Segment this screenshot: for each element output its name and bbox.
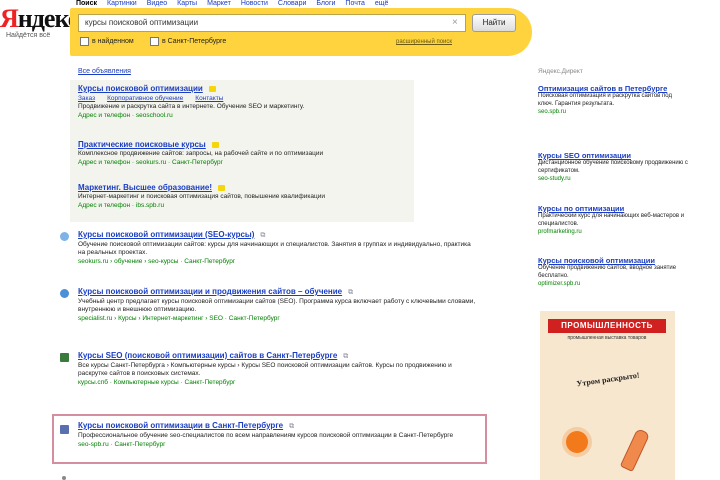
- banner-headline: ПРОМЫШЛЕННОСТЬ: [548, 319, 666, 333]
- service-link[interactable]: Карты: [177, 0, 197, 8]
- side-ad: Курсы поисковой оптимизации Обучение про…: [538, 256, 688, 288]
- copy-icon[interactable]: ⧉: [289, 422, 294, 432]
- result-url[interactable]: Адрес и телефон · seokurs.ru · Санкт-Пет…: [78, 158, 478, 167]
- service-link[interactable]: ещё: [375, 0, 389, 8]
- sitelink[interactable]: Заказ: [78, 94, 95, 103]
- result-snippet: Профессиональное обучение seo-специалист…: [78, 432, 454, 439]
- result-snippet: Комплексное продвижение сайтов: запросы,…: [78, 150, 324, 157]
- result-snippet: Продвижение и раскрутка сайта в интернет…: [78, 103, 305, 110]
- search-result: Курсы поисковой оптимизации (SEO-курсы) ⧉…: [78, 230, 478, 266]
- result-title[interactable]: Курсы поисковой оптимизации: [78, 84, 478, 94]
- result-title[interactable]: Курсы поисковой оптимизации и продвижени…: [78, 287, 478, 298]
- result-snippet: Интернет-маркетинг и поисковая оптимизац…: [78, 193, 325, 200]
- sitelink[interactable]: Корпоративное обучение: [107, 94, 183, 103]
- banner-ad[interactable]: ПРОМЫШЛЕННОСТЬ промышленная выставка тов…: [540, 311, 675, 480]
- result-title[interactable]: Курсы поисковой оптимизации (SEO-курсы) ⧉: [78, 230, 478, 241]
- logo-tagline: Найдётся всё: [6, 32, 51, 39]
- side-ad-title[interactable]: Курсы по оптимизации: [538, 204, 688, 213]
- result-url[interactable]: seo-spb.ru · Санкт-Петербург: [78, 440, 478, 449]
- result-url[interactable]: seokurs.ru › обучение › seo-курсы · Санк…: [78, 257, 478, 266]
- side-ad-text: Поисковая оптимизация и раскрутка сайтов…: [538, 93, 672, 107]
- side-ad-url[interactable]: optimizer.spb.ru: [538, 280, 688, 288]
- sun-icon: [566, 431, 588, 453]
- ad-badge-icon: [208, 85, 216, 92]
- side-ad: Оптимизация сайтов в Петербурге Поискова…: [538, 84, 688, 116]
- sitelinks: Заказ Корпоративное обучение Контакты: [78, 94, 478, 103]
- search-result: Курсы поисковой оптимизации и продвижени…: [78, 287, 478, 323]
- result-snippet: Все курсы Санкт-Петербурга › Компьютерны…: [78, 362, 452, 377]
- side-ad-text: Дистанционное обучение поисковому продви…: [538, 160, 688, 174]
- all-ads-link[interactable]: Все объявления: [78, 68, 131, 75]
- search-option-region[interactable]: в Санкт-Петербурге: [150, 37, 226, 46]
- checkbox[interactable]: [150, 37, 159, 46]
- service-link[interactable]: Блоги: [316, 0, 335, 8]
- side-ad-url[interactable]: seo-study.ru: [538, 175, 688, 183]
- side-ad-url[interactable]: profmarketing.ru: [538, 228, 688, 236]
- result-title[interactable]: Практические поисковые курсы: [78, 140, 478, 150]
- direct-title: Яндекс.Директ: [538, 68, 583, 75]
- copy-icon[interactable]: ⧉: [343, 352, 348, 362]
- side-ad: Курсы по оптимизации Практический курс д…: [538, 204, 688, 236]
- services-nav: Поиск Картинки Видео Карты Маркет Новост…: [76, 0, 446, 8]
- search-input[interactable]: курсы поисковой оптимизации: [78, 14, 466, 32]
- ad-badge-icon: [218, 184, 225, 191]
- sitelink[interactable]: Контакты: [195, 94, 223, 103]
- next-result-marker: [62, 476, 66, 480]
- side-ad-title[interactable]: Курсы поисковой оптимизации: [538, 256, 688, 265]
- site-favicon-icon: [60, 425, 69, 434]
- result-url[interactable]: Адрес и телефон · ibs.spb.ru: [78, 201, 478, 210]
- banner-slogan: Утром раскрыто!: [575, 370, 641, 389]
- checkbox[interactable]: [80, 37, 89, 46]
- site-favicon-icon: [60, 353, 69, 362]
- advanced-search-link[interactable]: расширенный поиск: [396, 39, 452, 45]
- side-ad: Курсы SEO оптимизации Дистанционное обуч…: [538, 151, 688, 183]
- service-link[interactable]: Маркет: [207, 0, 231, 8]
- clear-icon[interactable]: ×: [452, 15, 458, 31]
- result-title[interactable]: Курсы SEO (поисковой оптимизации) сайтов…: [78, 351, 478, 362]
- service-link[interactable]: Видео: [147, 0, 167, 8]
- result-url[interactable]: Адрес и телефон · seoschool.ru: [78, 111, 478, 120]
- side-ad-url[interactable]: seo.spb.ru: [538, 108, 688, 116]
- ad-result: Маркетинг. Высшее образование! Интернет-…: [78, 183, 478, 210]
- side-ad-text: Практический курс для начинающих веб-мас…: [538, 213, 685, 227]
- result-url[interactable]: specialist.ru › Курсы › Интернет-маркети…: [78, 314, 478, 323]
- service-link[interactable]: Картинки: [107, 0, 137, 8]
- service-link[interactable]: Словари: [278, 0, 306, 8]
- copy-icon[interactable]: ⧉: [348, 288, 353, 298]
- result-title[interactable]: Маркетинг. Высшее образование!: [78, 183, 478, 193]
- result-snippet: Обучение поисковой оптимизации сайтов: к…: [78, 241, 471, 256]
- side-ad-text: Обучение продвижению сайтов, вводное зан…: [538, 265, 677, 279]
- search-button[interactable]: Найти: [472, 14, 516, 32]
- bottle-icon: [619, 428, 651, 472]
- result-snippet: Учебный центр предлагает курсы поисковой…: [78, 298, 476, 313]
- search-result: Курсы поисковой оптимизации в Санкт-Пете…: [78, 421, 478, 449]
- ad-result: Курсы поисковой оптимизации Заказ Корпор…: [78, 84, 478, 120]
- ad-badge-icon: [211, 141, 219, 148]
- banner-subtitle: промышленная выставка товаров: [567, 335, 647, 341]
- side-ad-title[interactable]: Курсы SEO оптимизации: [538, 151, 688, 160]
- copy-icon[interactable]: ⧉: [260, 231, 265, 241]
- service-link[interactable]: Почта: [345, 0, 364, 8]
- yandex-logo[interactable]: Яндекс Найдётся всё: [0, 4, 79, 40]
- site-favicon-icon: [60, 232, 69, 241]
- result-title[interactable]: Курсы поисковой оптимизации в Санкт-Пете…: [78, 421, 478, 432]
- ad-result: Практические поисковые курсы Комплексное…: [78, 140, 478, 167]
- site-favicon-icon: [60, 289, 69, 298]
- search-option-found[interactable]: в найденном: [80, 37, 134, 46]
- service-link[interactable]: Поиск: [76, 0, 97, 8]
- logo-wordmark: Яндекс: [0, 4, 79, 33]
- search-result: Курсы SEO (поисковой оптимизации) сайтов…: [78, 351, 478, 387]
- side-ad-title[interactable]: Оптимизация сайтов в Петербурге: [538, 84, 688, 93]
- service-link[interactable]: Новости: [241, 0, 268, 8]
- result-url[interactable]: курсы.спб · Компьютерные курсы · Санкт-П…: [78, 378, 478, 387]
